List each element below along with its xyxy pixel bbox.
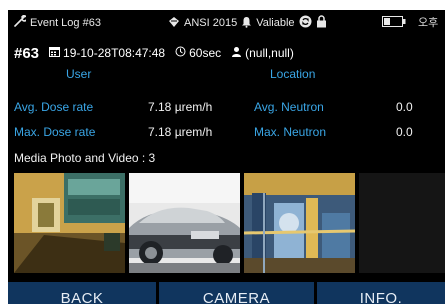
avg-neutron-value: 0.0 <box>396 100 413 114</box>
media-thumbnail-empty <box>359 173 445 273</box>
avg-neutron-label: Avg. Neutron <box>254 100 324 114</box>
max-neutron-value: 0.0 <box>396 125 413 139</box>
event-number: #63 <box>14 44 40 62</box>
avg-dose-value: 7.18 µrem/h <box>148 100 213 114</box>
media-count-label: Media Photo and Video : 3 <box>14 151 156 165</box>
wrench-icon <box>14 14 28 30</box>
app-title-group: Event Log #63 <box>14 14 101 30</box>
user-location-icon <box>231 46 242 61</box>
avg-dose-label: Avg. Dose rate <box>14 100 94 114</box>
event-duration: 60sec <box>189 46 222 60</box>
camera-button[interactable]: CAMERA <box>159 282 314 304</box>
media-thumbnail-1[interactable] <box>14 173 125 273</box>
media-thumbnail-2[interactable] <box>129 173 240 273</box>
clock-indicator: 오후 <box>418 17 439 29</box>
standard-label: ANSI 2015 <box>184 17 238 29</box>
calendar-icon <box>49 46 61 60</box>
event-timestamp: 19-10-28T08:47:48 <box>63 46 166 60</box>
event-header-row: #63 19-10-28T08:47:48 60sec (null,null) <box>14 42 444 64</box>
status-bar: Event Log #63 ANSI 2015 Valiable 오후 <box>8 10 445 34</box>
app-screen: Event Log #63 ANSI 2015 Valiable 오후 #63 <box>8 10 445 304</box>
status-indicators: ANSI 2015 Valiable <box>168 15 327 31</box>
event-location-coords: (null,null) <box>245 46 294 60</box>
radiation-standard-icon <box>168 16 180 31</box>
max-neutron-label: Max. Neutron <box>254 125 327 139</box>
bell-icon <box>241 16 252 31</box>
back-button[interactable]: BACK <box>8 282 156 304</box>
location-header: Location <box>270 67 316 81</box>
user-header: User <box>66 67 92 81</box>
battery-icon <box>382 16 406 30</box>
info-button[interactable]: INFO. <box>317 282 445 304</box>
sync-icon <box>299 15 312 31</box>
media-thumbnail-3[interactable] <box>244 173 355 273</box>
lock-icon <box>316 15 327 31</box>
app-title: Event Log #63 <box>30 16 101 29</box>
max-dose-value: 7.18 µrem/h <box>148 125 213 139</box>
max-dose-label: Max. Dose rate <box>14 125 96 139</box>
alarm-state-label: Valiable <box>256 17 295 29</box>
timer-icon <box>175 46 186 60</box>
